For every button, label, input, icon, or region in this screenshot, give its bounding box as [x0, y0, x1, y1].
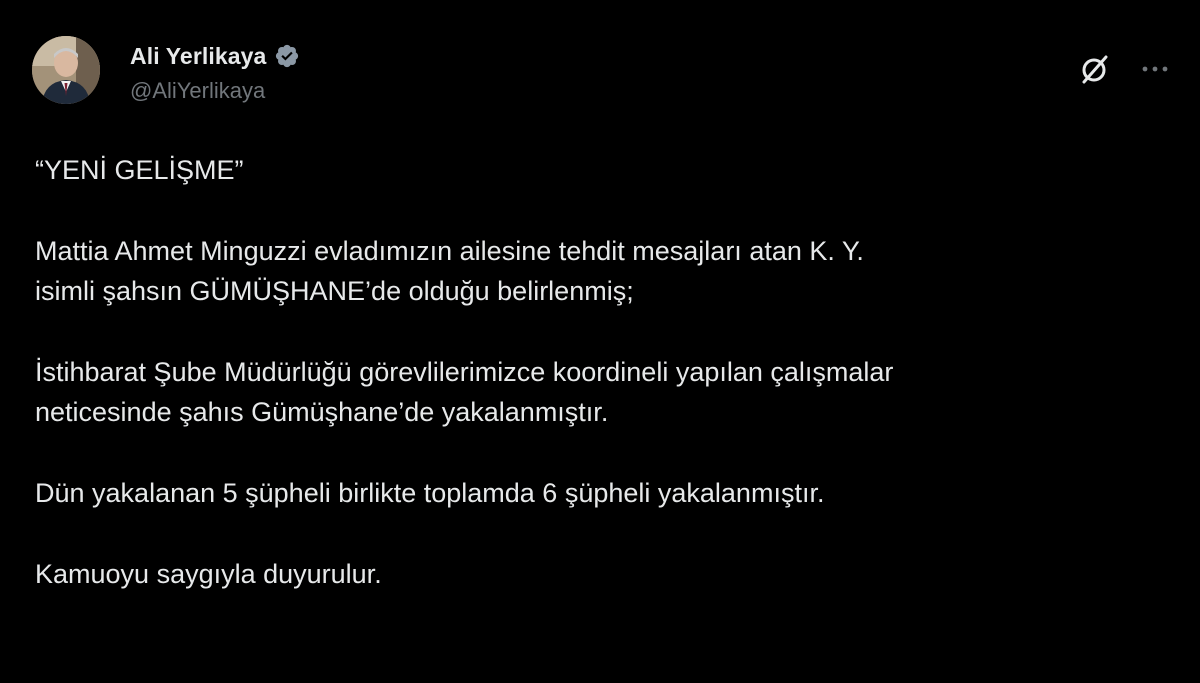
tweet-line: isimli şahsın GÜMÜŞHANE’de olduğu belirl… — [35, 276, 634, 306]
tweet-line: Kamuoyu saygıyla duyurulur. — [35, 559, 382, 589]
tweet-card: Ali Yerlikaya @AliYerlikaya “YENİ GELİŞM… — [0, 0, 1200, 683]
author-handle[interactable]: @AliYerlikaya — [130, 78, 300, 104]
tweet-line: Dün yakalanan 5 şüpheli birlikte toplamd… — [35, 478, 825, 508]
more-options-icon[interactable] — [1138, 52, 1172, 86]
name-row: Ali Yerlikaya — [130, 40, 300, 72]
tweet-actions — [1078, 52, 1172, 86]
tweet-line: neticesinde şahıs Gümüşhane’de yakalanmı… — [35, 397, 609, 427]
avatar[interactable] — [32, 36, 100, 104]
tweet-line: Mattia Ahmet Minguzzi evladımızın ailesi… — [35, 236, 864, 266]
tweet-text: “YENİ GELİŞME” Mattia Ahmet Minguzzi evl… — [35, 150, 1165, 635]
tweet-line: “YENİ GELİŞME” — [35, 155, 244, 185]
tweet-paragraph: Dün yakalanan 5 şüpheli birlikte toplamd… — [35, 473, 1165, 513]
tweet-header: Ali Yerlikaya @AliYerlikaya — [32, 36, 1172, 120]
tweet-paragraph: Kamuoyu saygıyla duyurulur. — [35, 554, 1165, 594]
author-display-name[interactable]: Ali Yerlikaya — [130, 43, 266, 70]
grok-icon[interactable] — [1078, 52, 1112, 86]
tweet-paragraph: “YENİ GELİŞME” — [35, 150, 1165, 190]
author-identity: Ali Yerlikaya @AliYerlikaya — [130, 40, 300, 104]
verified-badge-icon — [274, 43, 300, 69]
tweet-paragraph: İstihbarat Şube Müdürlüğü görevlilerimiz… — [35, 352, 1165, 432]
tweet-line: İstihbarat Şube Müdürlüğü görevlilerimiz… — [35, 357, 894, 387]
tweet-paragraph: Mattia Ahmet Minguzzi evladımızın ailesi… — [35, 231, 1165, 311]
